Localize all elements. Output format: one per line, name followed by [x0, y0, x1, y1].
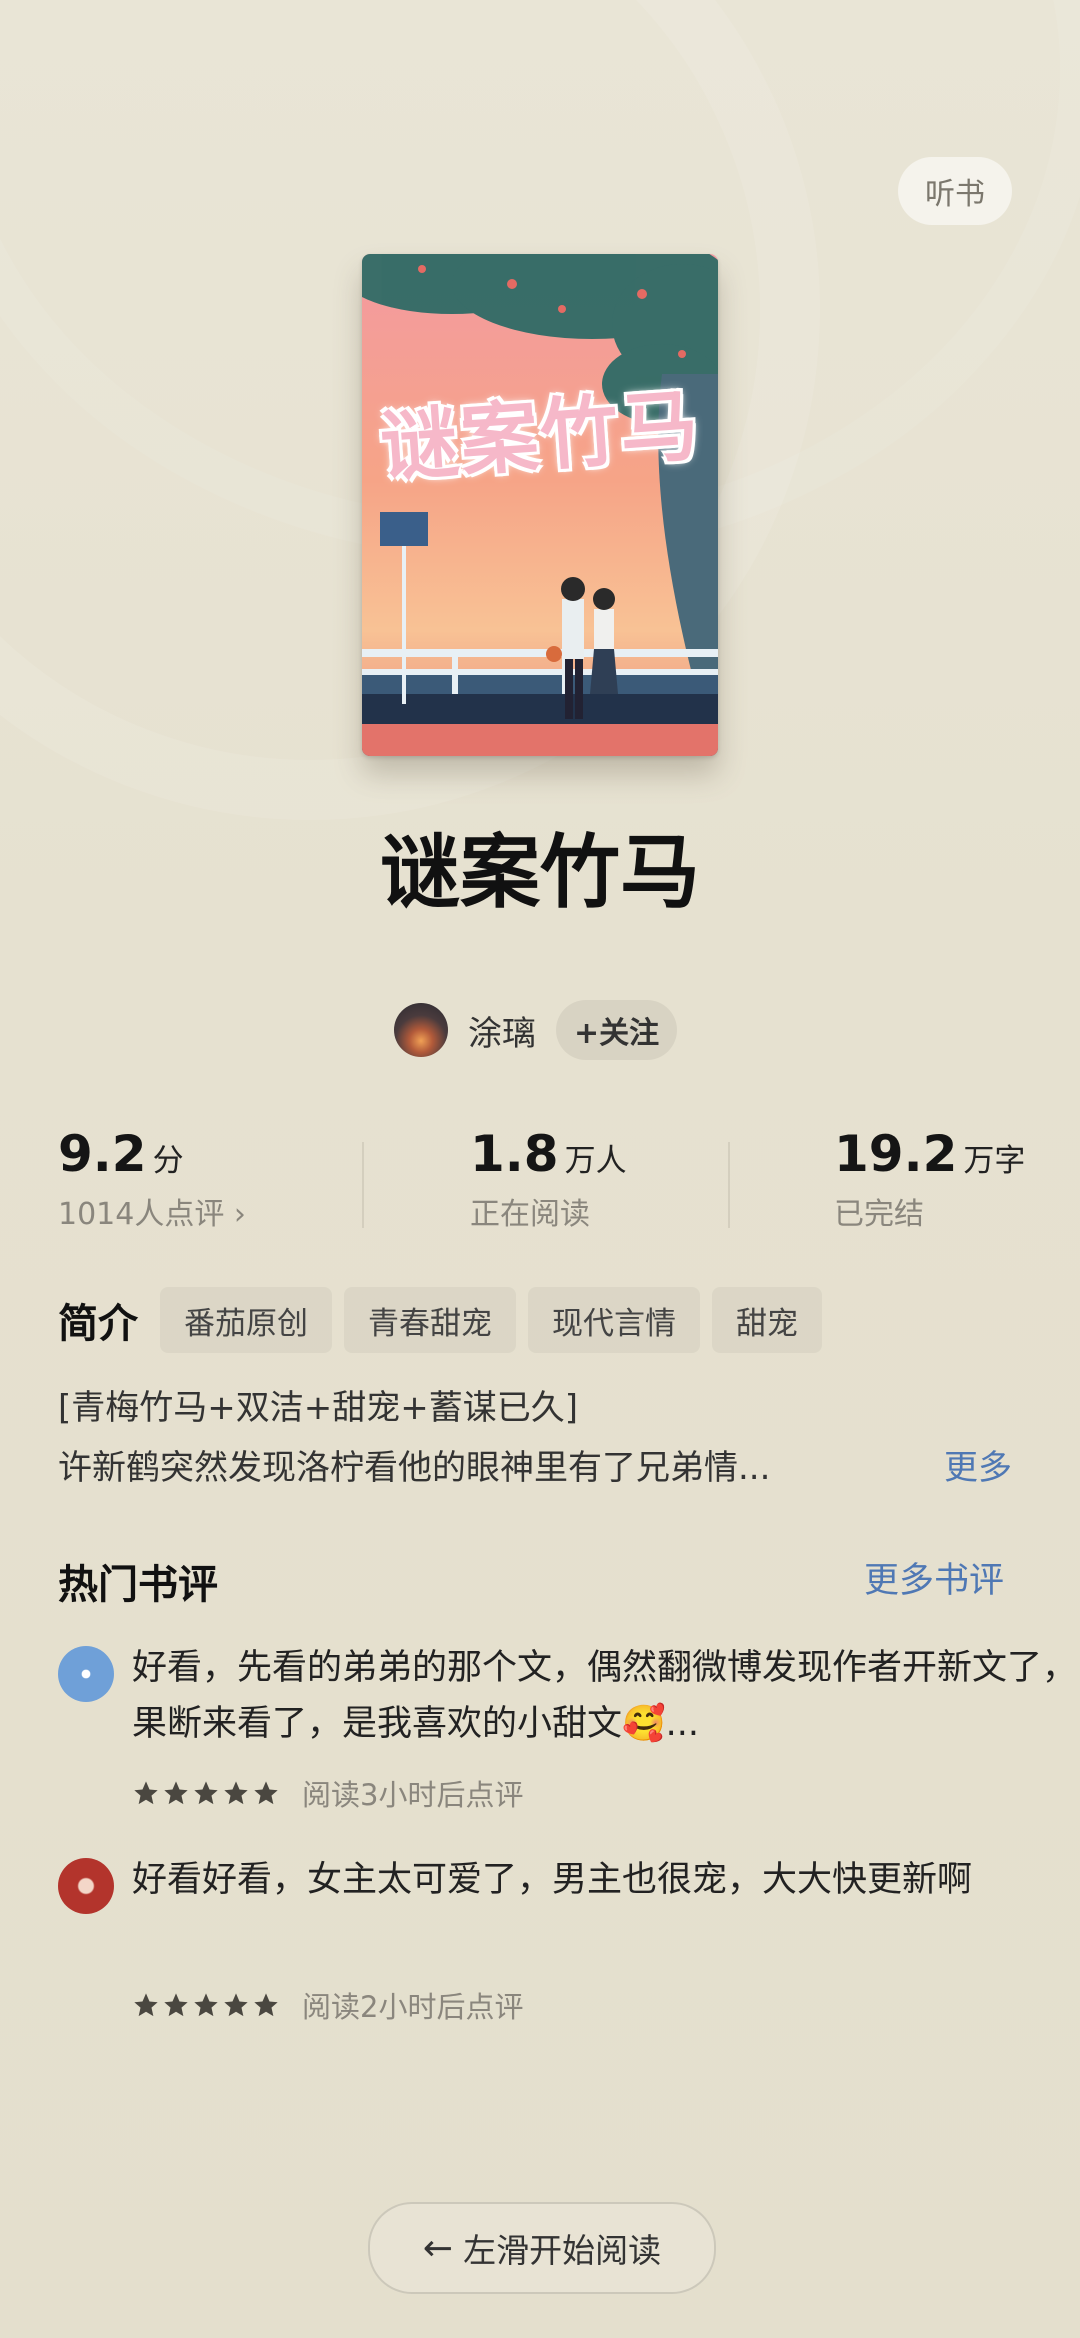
- intro-label: 简介: [58, 1301, 138, 1347]
- stats-row: 9.2 分 1014人点评 › 1.8 万人 正在阅读 19.2 万字 已完结: [0, 1125, 1080, 1245]
- rating-unit: 分: [152, 1143, 184, 1179]
- tag-chip[interactable]: 番茄原创: [160, 1287, 332, 1353]
- star-icon: [194, 1993, 218, 2017]
- intro-header: 简介 番茄原创 青春甜宠 现代言情 甜宠: [58, 1287, 834, 1353]
- readers-value: 1.8: [470, 1125, 559, 1183]
- words-stat: 19.2 万字 已完结: [834, 1125, 1025, 1233]
- book-cover[interactable]: 谜案竹马: [362, 254, 718, 756]
- readers-label: 正在阅读: [470, 1197, 590, 1232]
- star-icon: [134, 1993, 158, 2017]
- author-avatar[interactable]: [394, 1003, 448, 1057]
- reviewer-avatar[interactable]: [58, 1858, 114, 1914]
- words-value: 19.2: [834, 1125, 958, 1183]
- hot-reviews-title: 热门书评: [58, 1562, 218, 1608]
- readers-stat: 1.8 万人 正在阅读: [470, 1125, 627, 1233]
- star-icon: [254, 1993, 278, 2017]
- review-item[interactable]: 好看，先看的弟弟的那个文，偶然翻微博发现作者开新文了，果断来看了，是我喜欢的小甜…: [58, 1640, 1077, 1820]
- intro-more-link[interactable]: 更多: [944, 1440, 1012, 1489]
- rating-stars: [132, 1991, 282, 2019]
- star-icon: [224, 1781, 248, 1805]
- reviewer-avatar[interactable]: [58, 1646, 114, 1702]
- book-title: 谜案竹马: [380, 826, 700, 919]
- author-row: 涂璃 +关注: [394, 1000, 678, 1060]
- intro-keywords: [青梅竹马+双洁+甜宠+蓄谋已久]: [58, 1388, 578, 1428]
- tag-chip[interactable]: 现代言情: [528, 1287, 700, 1353]
- stat-divider: [362, 1142, 364, 1228]
- stat-divider: [728, 1142, 730, 1228]
- rating-count: 1014人点评 ›: [58, 1197, 246, 1232]
- star-icon: [164, 1993, 188, 2017]
- follow-button[interactable]: +关注: [556, 1000, 678, 1060]
- cover-illustration: [362, 254, 718, 756]
- readers-unit: 万人: [564, 1143, 627, 1179]
- review-meta: 阅读3小时后点评: [132, 1772, 523, 1814]
- start-reading-button[interactable]: ← 左滑开始阅读: [368, 2202, 716, 2294]
- rating-stat[interactable]: 9.2 分 1014人点评 ›: [58, 1125, 246, 1233]
- words-unit: 万字: [963, 1143, 1026, 1179]
- tag-chip[interactable]: 甜宠: [712, 1287, 822, 1353]
- star-icon: [134, 1781, 158, 1805]
- more-reviews-link[interactable]: 更多书评: [864, 1552, 1004, 1603]
- star-icon: [224, 1993, 248, 2017]
- review-item[interactable]: 好看好看，女主太可爱了，男主也很宠，大大快更新啊 阅读2小时后点评: [58, 1852, 1028, 2032]
- book-detail-page: 听书 谜案竹马 谜案竹马 涂璃 +关注 9.2 分 1014人点评 › 1.8 …: [0, 0, 1080, 2338]
- review-time: 阅读2小时后点评: [302, 1990, 524, 2024]
- listen-button[interactable]: 听书: [898, 157, 1012, 225]
- tag-chip[interactable]: 青春甜宠: [344, 1287, 516, 1353]
- author-name[interactable]: 涂璃: [468, 1006, 536, 1055]
- star-icon: [194, 1781, 218, 1805]
- star-icon: [164, 1781, 188, 1805]
- start-reading-label: 左滑开始阅读: [463, 2231, 662, 2270]
- rating-value: 9.2: [58, 1125, 147, 1183]
- rating-stars: [132, 1779, 282, 1807]
- review-meta: 阅读2小时后点评: [132, 1984, 523, 2026]
- star-icon: [254, 1781, 278, 1805]
- intro-synopsis[interactable]: 许新鹤突然发现洛柠看他的眼神里有了兄弟情...: [58, 1440, 918, 1489]
- status-label: 已完结: [834, 1197, 924, 1232]
- review-text: 好看，先看的弟弟的那个文，偶然翻微博发现作者开新文了，果断来看了，是我喜欢的小甜…: [132, 1648, 1078, 1744]
- arrow-left-icon: ←: [422, 2227, 454, 2269]
- review-text: 好看好看，女主太可爱了，男主也很宠，大大快更新啊: [132, 1860, 973, 1900]
- review-time: 阅读3小时后点评: [302, 1778, 524, 1812]
